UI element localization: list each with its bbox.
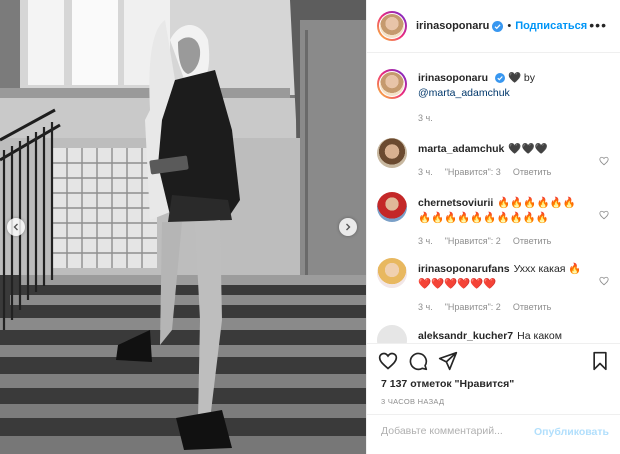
caption-username[interactable]: irinasoponaru [418, 72, 488, 84]
author-avatar[interactable] [377, 11, 407, 41]
add-comment-input[interactable] [381, 425, 531, 437]
verified-badge-icon [495, 73, 506, 83]
caption-time: 3 ч. [418, 113, 433, 123]
comment-time: 3 ч. [418, 167, 433, 177]
share-icon[interactable] [438, 351, 458, 371]
comment-likes[interactable]: "Нравится": 3 [445, 167, 501, 177]
previous-photo-button[interactable] [7, 218, 25, 236]
reply-button[interactable]: Ответить [513, 302, 551, 312]
comment-time: 3 ч. [418, 236, 433, 246]
header-separator: • [507, 20, 512, 32]
comment-username[interactable]: aleksandr_kucher7 [418, 330, 513, 342]
comment-username[interactable]: chernetsoviurii [418, 197, 493, 209]
caption-mention[interactable]: @marta_adamchuk [418, 87, 510, 99]
comment-likes[interactable]: "Нравится": 2 [445, 302, 501, 312]
commenter-avatar[interactable] [377, 192, 407, 222]
next-photo-button[interactable] [339, 218, 357, 236]
heart-icon[interactable] [378, 351, 398, 371]
verified-badge-icon [492, 20, 504, 32]
chevron-left-icon [13, 223, 18, 231]
commenter-avatar[interactable] [377, 138, 407, 168]
comment-like-icon[interactable] [599, 156, 609, 166]
comment-icon[interactable] [408, 351, 428, 371]
post-timestamp: 3 ЧАСОВ НАЗАД [381, 397, 445, 406]
comment-like-icon[interactable] [599, 210, 609, 220]
comment-time: 3 ч. [418, 302, 433, 312]
photo-illustration [0, 0, 366, 454]
comment-username[interactable]: irinasoponarufans [418, 263, 510, 275]
comment-text: 🖤🖤🖤 [508, 143, 548, 155]
comment-username[interactable]: marta_adamchuk [418, 143, 504, 155]
instagram-post: irinasoponaru • Подписаться ••• irinasop… [0, 0, 620, 454]
commenter-avatar[interactable] [377, 258, 407, 288]
publish-comment-button[interactable]: Опубликовать [534, 426, 609, 438]
post-header: irinasoponaru • Подписаться ••• [367, 0, 620, 53]
comments-list: irinasoponaru 🖤 by @marta_adamchuk 3 ч. … [367, 53, 620, 343]
comment-like-icon[interactable] [599, 276, 609, 286]
caption-text: 🖤 by [507, 72, 536, 84]
bookmark-icon[interactable] [591, 351, 609, 371]
post-side-panel: irinasoponaru • Подписаться ••• irinasop… [366, 0, 620, 454]
reply-button[interactable]: Ответить [513, 236, 551, 246]
chevron-right-icon [346, 223, 351, 231]
caption-avatar[interactable] [377, 69, 407, 99]
comment-likes[interactable]: "Нравится": 2 [445, 236, 501, 246]
post-photo[interactable] [0, 0, 366, 454]
reply-button[interactable]: Ответить [513, 167, 551, 177]
post-actions: 7 137 отметок "Нравится" 3 ЧАСОВ НАЗАД [367, 343, 620, 406]
likes-count[interactable]: 7 137 отметок "Нравится" [381, 378, 514, 390]
more-options-button[interactable]: ••• [589, 18, 607, 32]
follow-button[interactable]: Подписаться [515, 20, 587, 32]
author-username[interactable]: irinasoponaru [416, 20, 489, 32]
add-comment-bar: Опубликовать [367, 414, 620, 454]
commenter-avatar[interactable] [377, 325, 407, 343]
comment-text: На каком [517, 330, 562, 342]
